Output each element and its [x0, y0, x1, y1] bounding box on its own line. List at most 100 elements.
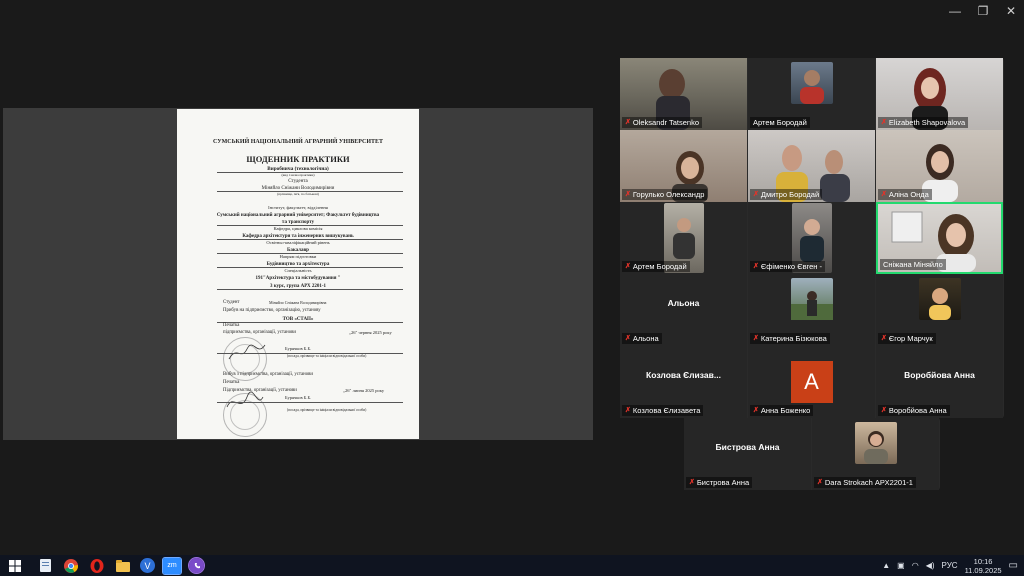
- participant-tile[interactable]: Воробйова Анна ✗ Воробйова Анна: [876, 346, 1003, 418]
- participant-display-name: Альона: [667, 298, 700, 308]
- meet-now-icon[interactable]: ▣: [897, 561, 905, 570]
- clock-date: 11.09.2025: [964, 565, 1002, 575]
- doc-left-label: Вибув з підприємства, організації, устан…: [223, 372, 313, 377]
- doc-hint: Кафедра, циклова комісія: [273, 226, 323, 231]
- mic-muted-icon: ✗: [625, 407, 631, 414]
- participant-tile[interactable]: ✗ Горулько Олександр: [620, 130, 747, 202]
- mic-muted-icon: ✗: [753, 263, 759, 270]
- mic-muted-icon: ✗: [881, 119, 887, 126]
- network-icon[interactable]: ◠: [912, 561, 919, 570]
- chevron-up-icon[interactable]: ▲: [882, 561, 890, 570]
- maximize-button[interactable]: ❐: [976, 4, 990, 18]
- participant-name: ✗ Козлова Єлизавета: [622, 405, 704, 416]
- profile-photo: [918, 278, 961, 320]
- participant-tile[interactable]: ✗ Dara Strokach АРХ2201-1: [812, 418, 939, 490]
- participant-name: ✗ Oleksandr Tatsenko: [622, 117, 703, 128]
- doc-student-label: Студента: [288, 179, 308, 184]
- explorer-icon[interactable]: [114, 558, 132, 574]
- doc-stamp-label: Печатка: [223, 323, 240, 328]
- mic-muted-icon: ✗: [753, 407, 759, 414]
- opera-icon[interactable]: [88, 558, 106, 574]
- participant-tile[interactable]: A ✗ Анна Боженко: [748, 346, 875, 418]
- volume-icon[interactable]: ◀): [926, 561, 935, 570]
- participant-tile[interactable]: ✗ Elizabeth Shapovalova: [876, 58, 1003, 130]
- viber-secondary-icon[interactable]: [188, 557, 205, 574]
- participant-name: ✗ Воробйова Анна: [878, 405, 950, 416]
- zoom-window: — ❐ ✕ СУМСЬКИЙ НАЦІОНАЛЬНИЙ АГРАРНИЙ УНІ…: [0, 0, 1024, 555]
- chrome-icon[interactable]: [62, 558, 80, 574]
- mic-muted-icon: ✗: [753, 191, 759, 198]
- doc-student-row-label: Студент: [223, 300, 240, 305]
- doc-rule: [217, 289, 403, 290]
- windows-start-icon[interactable]: [6, 558, 24, 574]
- participant-name: ✗ Катерина Бізюкова: [750, 333, 830, 344]
- doc-title: ЩОДЕННИК ПРАКТИКИ: [246, 154, 350, 164]
- participant-tile[interactable]: Бистрова Анна ✗ Бистрова Анна: [684, 418, 811, 490]
- participant-tile[interactable]: Артем Бородай: [748, 58, 875, 130]
- close-button[interactable]: ✕: [1004, 4, 1018, 18]
- mic-muted-icon: ✗: [881, 191, 887, 198]
- mic-muted-icon: ✗: [625, 335, 631, 342]
- participant-tile-active-speaker[interactable]: Сніжана Міняйло: [876, 202, 1003, 274]
- window-controls: — ❐ ✕: [948, 4, 1018, 18]
- doc-hint: Інститут, факультет, відділення: [268, 205, 328, 210]
- doc-hint: Спеціальність: [284, 268, 312, 273]
- participant-name: ✗ Аліна Онда: [878, 189, 932, 200]
- system-tray: ▲ ▣ ◠ ◀) РУС 10:16 11.09.2025 ▭: [882, 555, 1018, 576]
- doc-hint: (вид і назва практики): [281, 173, 315, 177]
- mic-muted-icon: ✗: [625, 119, 631, 126]
- participant-name: ✗ Elizabeth Shapovalova: [878, 117, 969, 128]
- doc-hint: Освітньо-кваліфікаційний рівень: [266, 240, 330, 245]
- participant-tile[interactable]: Козлова Єлизав... ✗ Козлова Єлизавета: [620, 346, 747, 418]
- doc-signer: Бурячков Б.Б.: [285, 346, 312, 351]
- profile-photo: [790, 278, 833, 320]
- participant-tile[interactable]: ✗ Артем Бородай: [620, 202, 747, 274]
- participant-tile[interactable]: ✗ Єгор Марчук: [876, 274, 1003, 346]
- shared-document: СУМСЬКИЙ НАЦІОНАЛЬНИЙ АГРАРНИЙ УНІВЕРСИТ…: [177, 109, 419, 439]
- participant-tile[interactable]: ✗ Єфіменко Євген -: [748, 202, 875, 274]
- clock-time: 10:16: [973, 556, 993, 566]
- doc-institute: Сумський національний аграрний університ…: [216, 213, 380, 218]
- mic-muted-icon: ✗: [881, 335, 887, 342]
- participant-display-name: Бистрова Анна: [715, 442, 780, 452]
- mic-muted-icon: ✗: [689, 479, 695, 486]
- minimize-button[interactable]: —: [948, 4, 962, 18]
- doc-hint: Напрям підготовки: [279, 254, 317, 259]
- doc-hint: (посада, прізвище та ініціали відповідал…: [287, 408, 367, 412]
- profile-photo: [790, 62, 833, 104]
- participant-name: ✗ Єфіменко Євген -: [750, 261, 826, 272]
- participant-display-name: Козлова Єлизав...: [646, 370, 721, 380]
- doc-specialty: 191"Архітектура та містобудування ": [255, 276, 341, 281]
- doc-stamp-label: Печатка: [223, 380, 240, 385]
- participant-display-name: Воробйова Анна: [904, 370, 975, 380]
- taskbar: V zm ▲ ▣ ◠ ◀) РУС 10:16 11.09.2025 ▭: [0, 555, 1024, 576]
- participant-tile[interactable]: ✗ Дмитро Бородай: [748, 130, 875, 202]
- language-indicator[interactable]: РУС: [942, 561, 958, 570]
- notifications-icon[interactable]: ▭: [1009, 560, 1018, 571]
- screen-share-area[interactable]: СУМСЬКИЙ НАЦІОНАЛЬНИЙ АГРАРНИЙ УНІВЕРСИТ…: [3, 108, 593, 440]
- participant-tile[interactable]: ✗ Катерина Бізюкова: [748, 274, 875, 346]
- participant-tile[interactable]: Альона ✗ Альона: [620, 274, 747, 346]
- viber-icon[interactable]: V: [140, 558, 155, 573]
- file-app-icon[interactable]: [36, 558, 54, 574]
- doc-signer: Бурячков Б.Б.: [285, 395, 312, 400]
- participant-name: ✗ Анна Боженко: [750, 405, 814, 416]
- avatar: A: [790, 361, 833, 403]
- participant-name: ✗ Горулько Олександр: [622, 189, 708, 200]
- participant-name: Артем Бородай: [750, 117, 810, 128]
- zoom-icon[interactable]: zm: [162, 556, 182, 575]
- participant-name: ✗ Альона: [622, 333, 662, 344]
- doc-leave-date: „26" липня 2025 року: [343, 388, 385, 393]
- clock[interactable]: 10:16 11.09.2025: [965, 557, 1002, 575]
- doc-hint: (посада, прізвище та ініціали відповідал…: [287, 354, 367, 358]
- doc-org-label: підприємства, організації, установи: [223, 330, 296, 335]
- doc-rule: [217, 322, 403, 323]
- participant-name: ✗ Дмитро Бородай: [750, 189, 823, 200]
- profile-photo: [854, 422, 897, 464]
- signature-icon: [228, 344, 266, 360]
- participant-name: ✗ Артем Бородай: [622, 261, 690, 272]
- participant-tile[interactable]: ✗ Oleksandr Tatsenko: [620, 58, 747, 130]
- participant-tile[interactable]: ✗ Аліна Онда: [876, 130, 1003, 202]
- doc-university: СУМСЬКИЙ НАЦІОНАЛЬНИЙ АГРАРНИЙ УНІВЕРСИТ…: [212, 139, 384, 145]
- doc-arrived-label: Прибув на підприємство, організацію, уст…: [223, 308, 321, 313]
